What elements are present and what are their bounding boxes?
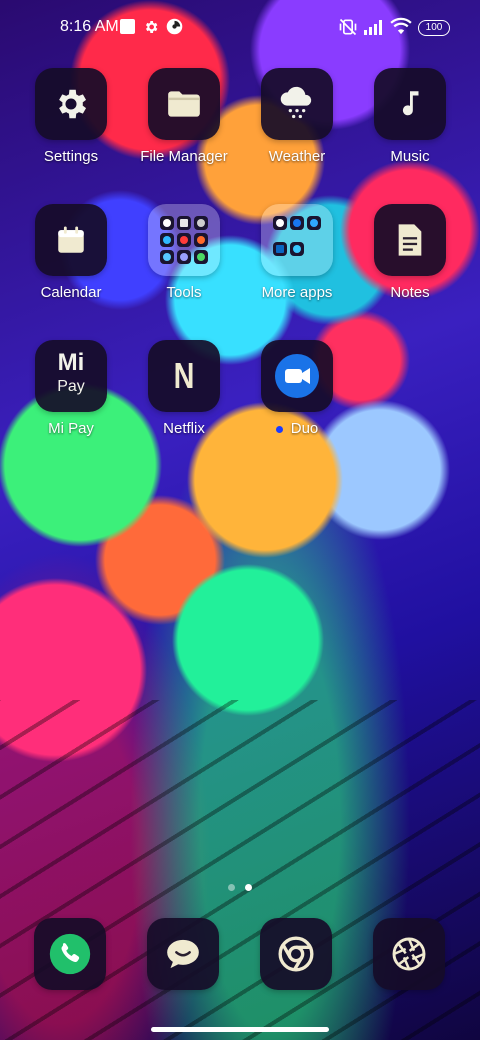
messages-tile [147, 918, 219, 990]
app-label: Notes [390, 284, 430, 301]
weather-tile [261, 68, 333, 140]
messenger-icon [307, 216, 321, 230]
app-file-manager[interactable]: File Manager [129, 68, 239, 165]
more-apps-folder-tile [261, 204, 333, 276]
mi-pay-logo-mi: Mi [57, 349, 85, 376]
app-notification-icon [166, 18, 183, 35]
messages-icon [167, 939, 199, 969]
app-label-with-notification: Duo [242, 420, 352, 437]
notes-tile [374, 204, 446, 276]
netflix-tile: N [148, 340, 220, 412]
dock-chrome[interactable] [260, 918, 332, 990]
signal-icon [364, 20, 382, 35]
music-note-icon [402, 91, 419, 116]
security-icon [160, 233, 174, 247]
contacts-icon [160, 216, 174, 230]
chrome-icon [278, 936, 314, 972]
notification-dot [275, 425, 283, 433]
phone-icon [49, 933, 91, 975]
calendar-tile [35, 204, 107, 276]
app-label: More apps [261, 284, 333, 301]
app-label: Tools [166, 284, 202, 301]
settings-tile [35, 68, 107, 140]
app-music[interactable]: Music [355, 68, 465, 165]
app-label: Settings [43, 148, 99, 165]
duo-tile [261, 340, 333, 412]
calendar-icon [58, 226, 84, 253]
page-indicator [0, 878, 480, 896]
app-notes[interactable]: Notes [355, 204, 465, 301]
status-bar: 8:16 AM 100 [0, 0, 480, 56]
netflix-logo: N [173, 355, 195, 396]
vibrate-off-icon [339, 18, 357, 36]
folder-more-apps[interactable]: More apps [242, 204, 352, 301]
battery-indicator: 100 [418, 20, 450, 36]
chrome-tile [260, 918, 332, 990]
compass-icon [194, 216, 208, 230]
tools-folder-tile [148, 204, 220, 276]
file-manager-tile [148, 68, 220, 140]
app-settings[interactable]: Settings [16, 68, 126, 165]
app-label: File Manager [140, 148, 228, 165]
folder-preview [273, 216, 321, 264]
aperture-icon [392, 937, 426, 971]
dock-camera[interactable] [373, 918, 445, 990]
camera-tile [373, 918, 445, 990]
cleaner-icon [194, 250, 208, 264]
app-label: Weather [268, 148, 326, 165]
gear-icon [146, 21, 158, 33]
app-label: Calendar [40, 284, 102, 301]
mi-pay-logo-pay: Pay [57, 378, 85, 395]
app-duo[interactable]: Duo [242, 340, 352, 437]
facebook-icon [290, 216, 304, 230]
dock-phone[interactable] [34, 918, 106, 990]
wifi-icon [390, 17, 412, 35]
notification-square-icon [120, 19, 135, 34]
app-mi-pay[interactable]: Mi Pay Mi Pay [16, 340, 126, 437]
app-label: Mi Pay [48, 420, 94, 437]
linkedin-icon [273, 241, 287, 256]
note-page-icon [398, 224, 422, 256]
app-label: Duo [290, 420, 319, 437]
folder-preview [160, 216, 208, 264]
status-time: 8:16 AM [60, 18, 119, 35]
music-tile [374, 68, 446, 140]
home-gesture-bar[interactable] [151, 1027, 329, 1032]
page-dot[interactable] [228, 884, 235, 891]
app-weather[interactable]: Weather [242, 68, 352, 165]
sim-icon [177, 216, 191, 230]
video-camera-icon [275, 354, 319, 398]
empty-slot [307, 242, 321, 256]
mi-pay-tile: Mi Pay [35, 340, 107, 412]
app-calendar[interactable]: Calendar [16, 204, 126, 301]
chat-icon [290, 241, 304, 256]
tinder-icon [273, 216, 287, 230]
page-dot-active[interactable] [245, 884, 252, 891]
gear-icon [59, 89, 87, 119]
app-netflix[interactable]: N Netflix [129, 340, 239, 437]
folder-icon [168, 91, 200, 117]
dock-messages[interactable] [147, 918, 219, 990]
screen-recorder-icon [194, 233, 208, 247]
app-label: Music [390, 148, 430, 165]
cloud-snow-icon [280, 86, 312, 119]
app-label: Netflix [163, 420, 205, 437]
infinity-icon [177, 250, 191, 264]
phone-tile [34, 918, 106, 990]
folder-tools[interactable]: Tools [129, 204, 239, 301]
scanner-icon [160, 250, 174, 264]
recorder-icon [177, 233, 191, 247]
